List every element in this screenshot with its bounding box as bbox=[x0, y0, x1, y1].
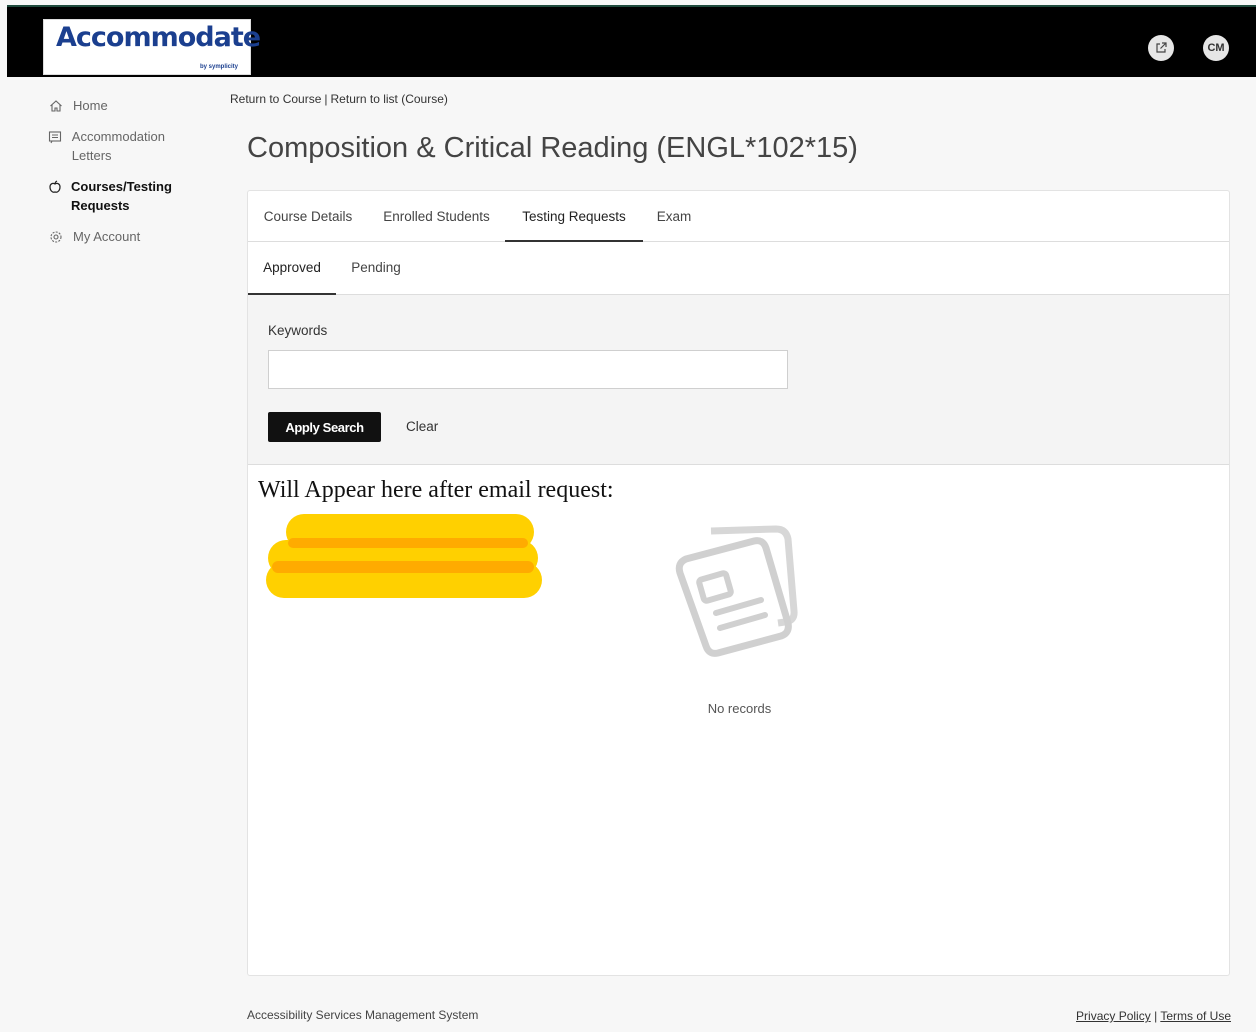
sidebar-item-label: Courses/Testing Requests bbox=[71, 179, 172, 213]
logo-byline: by symplicity bbox=[199, 64, 238, 70]
annotation-note: Will Appear here after email request: bbox=[258, 477, 614, 503]
footer-system-name: Accessibility Services Management System bbox=[247, 1008, 479, 1022]
accommodate-logo[interactable]: Accommodate by symplicity bbox=[43, 19, 261, 75]
footer-separator: | bbox=[1154, 1009, 1158, 1023]
tab-testing-requests[interactable]: Testing Requests bbox=[505, 191, 643, 242]
top-bar: Accommodate by symplicity CM bbox=[7, 5, 1256, 77]
course-tabs: Course Details Enrolled Students Testing… bbox=[248, 191, 1229, 242]
home-icon bbox=[48, 98, 64, 114]
tab-course-details[interactable]: Course Details bbox=[248, 191, 368, 242]
no-records-text: No records bbox=[707, 701, 772, 716]
letter-icon bbox=[48, 129, 63, 145]
privacy-policy-link[interactable]: Privacy Policy bbox=[1076, 1009, 1151, 1023]
empty-documents-icon bbox=[675, 525, 798, 657]
footer-links: Privacy Policy | Terms of Use bbox=[1076, 1009, 1231, 1023]
subtab-approved[interactable]: Approved bbox=[248, 242, 336, 295]
content-card: Course Details Enrolled Students Testing… bbox=[247, 190, 1230, 976]
gear-icon bbox=[48, 229, 64, 245]
external-link-button[interactable] bbox=[1148, 35, 1174, 61]
external-link-icon bbox=[1156, 42, 1167, 53]
logo-text: Accommodate bbox=[56, 22, 261, 53]
breadcrumb-separator: | bbox=[324, 92, 328, 106]
tab-exam[interactable]: Exam bbox=[643, 191, 705, 242]
clear-button[interactable]: Clear bbox=[403, 412, 441, 442]
apply-search-button[interactable]: Apply Search bbox=[268, 412, 381, 442]
search-panel: Keywords Apply Search Clear bbox=[248, 295, 1229, 465]
sidebar-nav: Home Accommodation Letters Courses/Testi… bbox=[48, 96, 198, 258]
breadcrumb: Return to Course | Return to list (Course) bbox=[230, 92, 448, 106]
apple-icon bbox=[48, 179, 62, 195]
terms-of-use-link[interactable]: Terms of Use bbox=[1160, 1009, 1231, 1023]
sidebar-item-home[interactable]: Home bbox=[48, 96, 198, 115]
page-title: Composition & Critical Reading (ENGL*102… bbox=[247, 132, 858, 164]
sidebar-item-label: Home bbox=[73, 98, 108, 113]
keywords-input[interactable] bbox=[268, 350, 788, 389]
keywords-label: Keywords bbox=[268, 323, 328, 338]
return-to-list-link[interactable]: Return to list (Course) bbox=[331, 92, 448, 106]
sidebar-item-accommodation-letters[interactable]: Accommodation Letters bbox=[48, 127, 198, 165]
return-to-course-link[interactable]: Return to Course bbox=[230, 92, 321, 106]
sidebar-item-my-account[interactable]: My Account bbox=[48, 227, 198, 246]
sidebar-item-label: My Account bbox=[73, 229, 141, 244]
user-avatar[interactable]: CM bbox=[1203, 35, 1229, 61]
request-status-tabs: Approved Pending bbox=[248, 242, 1229, 295]
highlight-scribble bbox=[266, 514, 542, 598]
tab-enrolled-students[interactable]: Enrolled Students bbox=[368, 191, 505, 242]
subtab-pending[interactable]: Pending bbox=[336, 242, 416, 295]
sidebar-item-label: Accommodation Letters bbox=[71, 129, 165, 163]
sidebar-item-courses-testing[interactable]: Courses/Testing Requests bbox=[48, 177, 198, 215]
